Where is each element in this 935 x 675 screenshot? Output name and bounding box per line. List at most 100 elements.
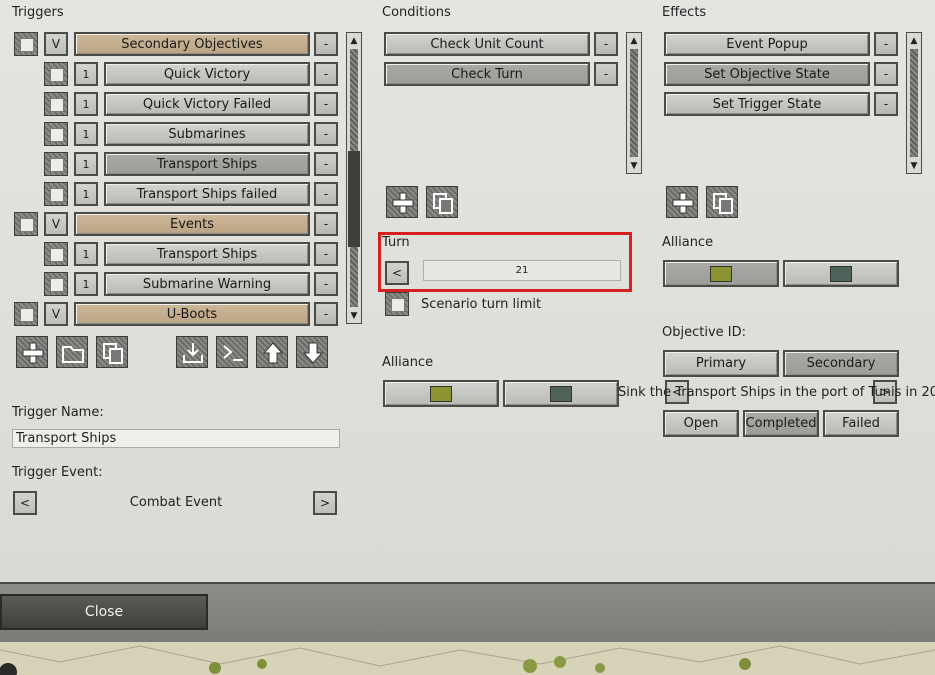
trigger-enabled-checkbox[interactable] (14, 212, 38, 236)
group-expand-toggle[interactable]: V (44, 212, 68, 236)
trigger-group-item[interactable]: U-Boots (74, 302, 310, 326)
trigger-name-field[interactable]: Transport Ships (12, 429, 340, 448)
trigger-count-badge[interactable]: 1 (74, 122, 98, 146)
add-icon[interactable] (16, 336, 48, 368)
allies-swatch (830, 265, 852, 282)
trigger-item[interactable]: Submarine Warning (104, 272, 310, 296)
trigger-item[interactable]: Transport Ships failed (104, 182, 310, 206)
trigger-group-item[interactable]: Secondary Objectives (74, 32, 310, 56)
copy-condition-icon[interactable] (426, 186, 458, 218)
trigger-item[interactable]: Submarines (104, 122, 310, 146)
scroll-down-icon[interactable]: ▼ (907, 158, 921, 173)
scroll-down-icon[interactable]: ▼ (627, 158, 641, 173)
import-icon[interactable] (176, 336, 208, 368)
remove-trigger-button[interactable]: - (314, 32, 338, 56)
effects-scrollbar[interactable]: ▲ ▼ (906, 32, 922, 174)
scroll-thumb[interactable] (348, 151, 360, 247)
objective-state-open[interactable]: Open (663, 410, 739, 437)
trigger-item[interactable]: Quick Victory (104, 62, 310, 86)
remove-effects-button[interactable]: - (874, 92, 898, 116)
highlight-box (378, 232, 632, 292)
trigger-count-badge[interactable]: 1 (74, 62, 98, 86)
remove-trigger-button[interactable]: - (314, 272, 338, 296)
trigger-enabled-checkbox[interactable] (44, 272, 68, 296)
trigger-name-label: Trigger Name: (12, 405, 104, 420)
effects-item[interactable]: Set Trigger State (664, 92, 870, 116)
trigger-item[interactable]: Transport Ships (104, 152, 310, 176)
remove-conditions-button[interactable]: - (594, 32, 618, 56)
scenario-turn-limit-label: Scenario turn limit (421, 297, 542, 312)
scroll-up-icon[interactable]: ▲ (627, 33, 641, 48)
objective-state-failed[interactable]: Failed (823, 410, 899, 437)
trigger-count-badge[interactable]: 1 (74, 152, 98, 176)
scenario-turn-limit-checkbox[interactable] (385, 292, 409, 316)
trigger-enabled-checkbox[interactable] (14, 32, 38, 56)
remove-effects-button[interactable]: - (874, 62, 898, 86)
add-condition-icon[interactable] (386, 186, 418, 218)
trigger-event-next-button[interactable]: > (313, 491, 337, 515)
remove-trigger-button[interactable]: - (314, 212, 338, 236)
remove-trigger-button[interactable]: - (314, 302, 338, 326)
axis-swatch (430, 385, 452, 402)
trigger-enabled-checkbox[interactable] (14, 302, 38, 326)
effect-alliance-label: Alliance (662, 235, 714, 250)
conditions-item[interactable]: Check Unit Count (384, 32, 590, 56)
objective-secondary-button[interactable]: Secondary (783, 350, 899, 377)
group-expand-toggle[interactable]: V (44, 302, 68, 326)
conditions-header: Conditions (382, 5, 451, 20)
scroll-up-icon[interactable]: ▲ (907, 33, 921, 48)
trigger-item[interactable]: Transport Ships (104, 242, 310, 266)
trigger-count-badge[interactable]: 1 (74, 272, 98, 296)
trigger-event-label: Trigger Event: (12, 465, 103, 480)
condition-alliance-allies-button[interactable] (503, 380, 619, 407)
remove-trigger-button[interactable]: - (314, 92, 338, 116)
trigger-event-prev-button[interactable]: < (13, 491, 37, 515)
remove-trigger-button[interactable]: - (314, 122, 338, 146)
copy-icon[interactable] (96, 336, 128, 368)
arrow-down-icon[interactable] (296, 336, 328, 368)
trigger-count-badge[interactable]: 1 (74, 182, 98, 206)
trigger-event-value: Combat Event (129, 495, 223, 510)
trigger-enabled-checkbox[interactable] (44, 242, 68, 266)
close-button[interactable]: Close (0, 594, 208, 630)
trigger-list-scrollbar[interactable]: ▲ ▼ (346, 32, 362, 324)
conditions-item[interactable]: Check Turn (384, 62, 590, 86)
map-terrain-icon (0, 642, 935, 675)
trigger-enabled-checkbox[interactable] (44, 182, 68, 206)
trigger-count-badge[interactable]: 1 (74, 242, 98, 266)
effect-alliance-allies-button[interactable] (783, 260, 899, 287)
remove-trigger-button[interactable]: - (314, 242, 338, 266)
remove-trigger-button[interactable]: - (314, 182, 338, 206)
remove-conditions-button[interactable]: - (594, 62, 618, 86)
scroll-up-icon[interactable]: ▲ (347, 33, 361, 48)
remove-trigger-button[interactable]: - (314, 62, 338, 86)
objective-id-label: Objective ID: (662, 325, 746, 340)
console-icon[interactable] (216, 336, 248, 368)
group-expand-toggle[interactable]: V (44, 32, 68, 56)
objective-primary-button[interactable]: Primary (663, 350, 779, 377)
condition-alliance-axis-button[interactable] (383, 380, 499, 407)
scroll-down-icon[interactable]: ▼ (347, 308, 361, 323)
remove-effects-button[interactable]: - (874, 32, 898, 56)
effects-item[interactable]: Set Objective State (664, 62, 870, 86)
effects-header: Effects (662, 5, 707, 20)
add-effect-icon[interactable] (666, 186, 698, 218)
trigger-group-item[interactable]: Events (74, 212, 310, 236)
axis-swatch (710, 265, 732, 282)
trigger-count-badge[interactable]: 1 (74, 92, 98, 116)
allies-swatch (550, 385, 572, 402)
effect-alliance-axis-button[interactable] (663, 260, 779, 287)
condition-alliance-label: Alliance (382, 355, 434, 370)
arrow-up-icon[interactable] (256, 336, 288, 368)
trigger-enabled-checkbox[interactable] (44, 92, 68, 116)
effects-item[interactable]: Event Popup (664, 32, 870, 56)
trigger-enabled-checkbox[interactable] (44, 152, 68, 176)
trigger-enabled-checkbox[interactable] (44, 62, 68, 86)
copy-effect-icon[interactable] (706, 186, 738, 218)
trigger-item[interactable]: Quick Victory Failed (104, 92, 310, 116)
objective-state-completed[interactable]: Completed (743, 410, 819, 437)
trigger-enabled-checkbox[interactable] (44, 122, 68, 146)
remove-trigger-button[interactable]: - (314, 152, 338, 176)
folder-icon[interactable] (56, 336, 88, 368)
conditions-scrollbar[interactable]: ▲ ▼ (626, 32, 642, 174)
